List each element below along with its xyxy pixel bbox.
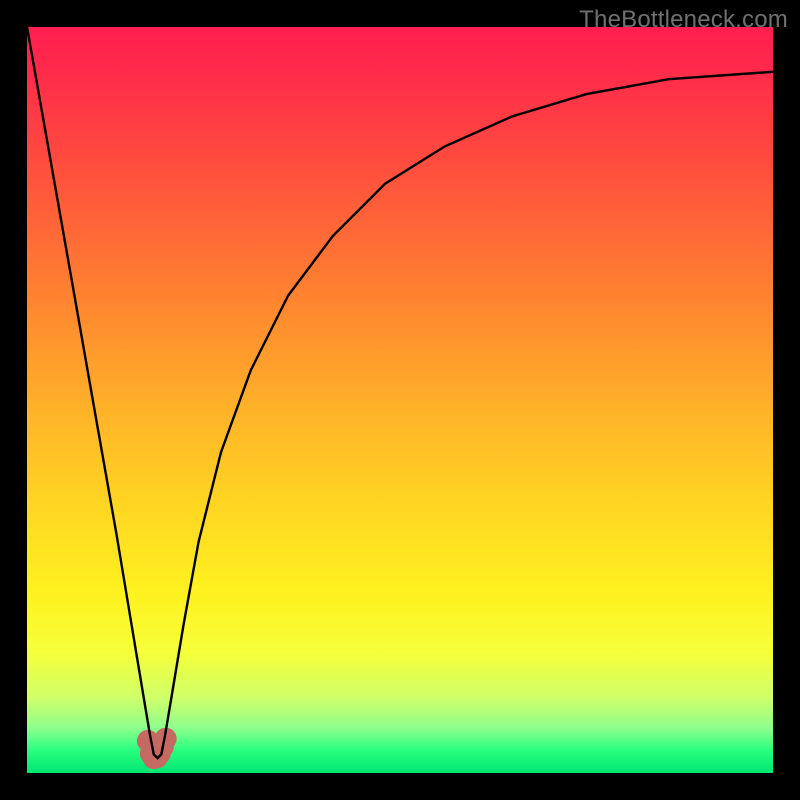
plot-area: [27, 27, 773, 773]
marker-cluster: [137, 728, 177, 769]
curve-layer: [27, 27, 773, 773]
bottleneck-curve: [27, 27, 773, 758]
chart-frame: TheBottleneck.com: [0, 0, 800, 800]
